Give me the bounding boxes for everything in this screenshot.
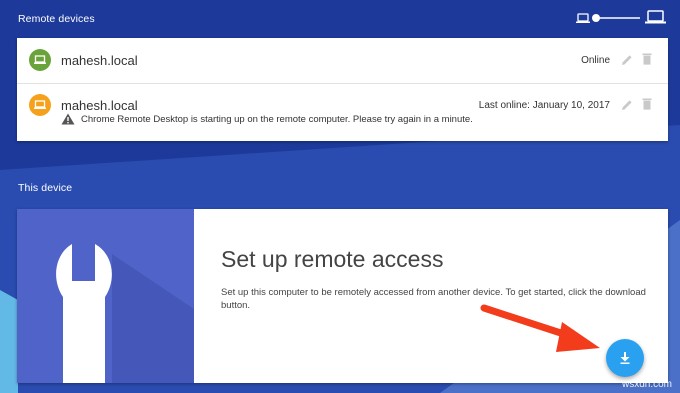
warning-icon xyxy=(61,113,75,125)
laptop-icon xyxy=(29,49,51,71)
setup-title: Set up remote access xyxy=(221,246,444,272)
delete-icon[interactable] xyxy=(640,52,654,66)
this-device-title: This device xyxy=(18,182,73,194)
remote-devices-card: mahesh.local Online mahesh.local Last on… xyxy=(17,38,668,141)
wrench-illustration xyxy=(17,209,194,383)
watermark: wsxdn.com xyxy=(621,379,672,390)
device-name[interactable]: mahesh.local xyxy=(61,53,138,68)
device-status: Online xyxy=(581,55,610,66)
device-name[interactable]: mahesh.local xyxy=(61,98,138,113)
download-icon[interactable] xyxy=(618,351,632,365)
size-slider-handle xyxy=(592,14,600,22)
annotation-arrow xyxy=(480,304,600,352)
edit-icon[interactable] xyxy=(620,98,634,112)
delete-icon[interactable] xyxy=(640,97,654,111)
large-laptop-icon[interactable] xyxy=(645,10,666,24)
device-status: Last online: January 10, 2017 xyxy=(478,100,610,111)
device-row[interactable]: mahesh.local Last online: January 10, 20… xyxy=(17,83,668,142)
device-row[interactable]: mahesh.local Online xyxy=(17,38,668,83)
laptop-icon xyxy=(29,94,51,116)
download-button[interactable] xyxy=(606,339,644,377)
edit-icon[interactable] xyxy=(620,53,634,67)
view-size-toggle[interactable] xyxy=(576,10,668,28)
wrench-icon xyxy=(56,244,112,383)
warning-message: Chrome Remote Desktop is starting up on … xyxy=(81,114,473,125)
remote-devices-title: Remote devices xyxy=(18,13,95,25)
small-laptop-icon[interactable] xyxy=(576,13,590,23)
